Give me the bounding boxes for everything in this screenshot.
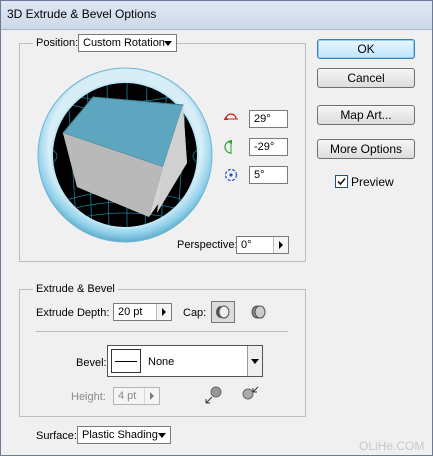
cap-label: Cap: xyxy=(183,307,207,319)
dialog-window: 3D Extrude & Bevel Options Position: Cus… xyxy=(0,0,433,456)
preview-checkbox[interactable] xyxy=(335,175,348,188)
rotate-x-axis-icon xyxy=(224,113,238,120)
rotate-y-axis-icon xyxy=(224,140,232,154)
bevel-preview-swatch xyxy=(111,349,141,373)
rotate-y-field[interactable]: -29° xyxy=(249,138,288,156)
extrude-depth-field[interactable]: 20 pt xyxy=(113,303,172,321)
bevel-extent-in-icon[interactable] xyxy=(239,384,261,406)
more-options-button[interactable]: More Options xyxy=(317,139,415,159)
map-art-button[interactable]: Map Art... xyxy=(317,105,415,125)
position-label: Position: xyxy=(33,37,82,49)
position-dropdown-value: Custom Rotation xyxy=(83,37,165,49)
perspective-label: Perspective: xyxy=(177,239,238,251)
height-label: Height: xyxy=(71,391,106,403)
perspective-field[interactable]: 0° xyxy=(236,236,289,254)
watermark: OLiHe.COM xyxy=(359,439,425,453)
title-bar: 3D Extrude & Bevel Options xyxy=(1,1,432,30)
height-slider-arrow-icon[interactable] xyxy=(144,388,159,404)
ok-button[interactable]: OK xyxy=(317,39,415,59)
extrude-depth-label: Extrude Depth: xyxy=(36,307,110,319)
chevron-down-icon xyxy=(154,427,170,443)
bevel-dropdown-value: None xyxy=(148,356,175,368)
cancel-button[interactable]: Cancel xyxy=(317,68,415,88)
surface-dropdown[interactable]: Plastic Shading xyxy=(77,426,171,444)
height-field[interactable]: 4 pt xyxy=(113,387,160,405)
perspective-slider-arrow-icon[interactable] xyxy=(273,237,288,253)
rotation-track-cube[interactable] xyxy=(37,67,213,243)
chevron-down-icon xyxy=(251,359,259,364)
cap-off-icon[interactable] xyxy=(249,303,269,321)
rotate-z-axis-icon xyxy=(224,168,238,182)
cap-on-button[interactable] xyxy=(211,301,235,323)
dialog-title: 3D Extrude & Bevel Options xyxy=(7,7,157,21)
position-dropdown[interactable]: Custom Rotation xyxy=(78,34,177,52)
surface-dropdown-value: Plastic Shading xyxy=(82,429,158,441)
bevel-label: Bevel: xyxy=(76,357,107,369)
chevron-down-icon xyxy=(160,35,176,51)
rotate-z-field[interactable]: 5° xyxy=(249,166,288,184)
extrude-bevel-legend: Extrude & Bevel xyxy=(33,283,118,295)
checkmark-icon xyxy=(337,177,346,186)
preview-label: Preview xyxy=(351,175,394,189)
bevel-dropdown[interactable]: None xyxy=(107,345,263,377)
bevel-extent-out-icon[interactable] xyxy=(203,384,225,406)
bevel-dropdown-arrow[interactable] xyxy=(247,346,262,376)
surface-label: Surface: xyxy=(36,430,77,442)
cap-on-icon xyxy=(216,305,230,319)
rotate-x-field[interactable]: 29° xyxy=(249,110,288,128)
extrude-depth-slider-arrow-icon[interactable] xyxy=(156,304,171,320)
divider xyxy=(36,331,288,332)
